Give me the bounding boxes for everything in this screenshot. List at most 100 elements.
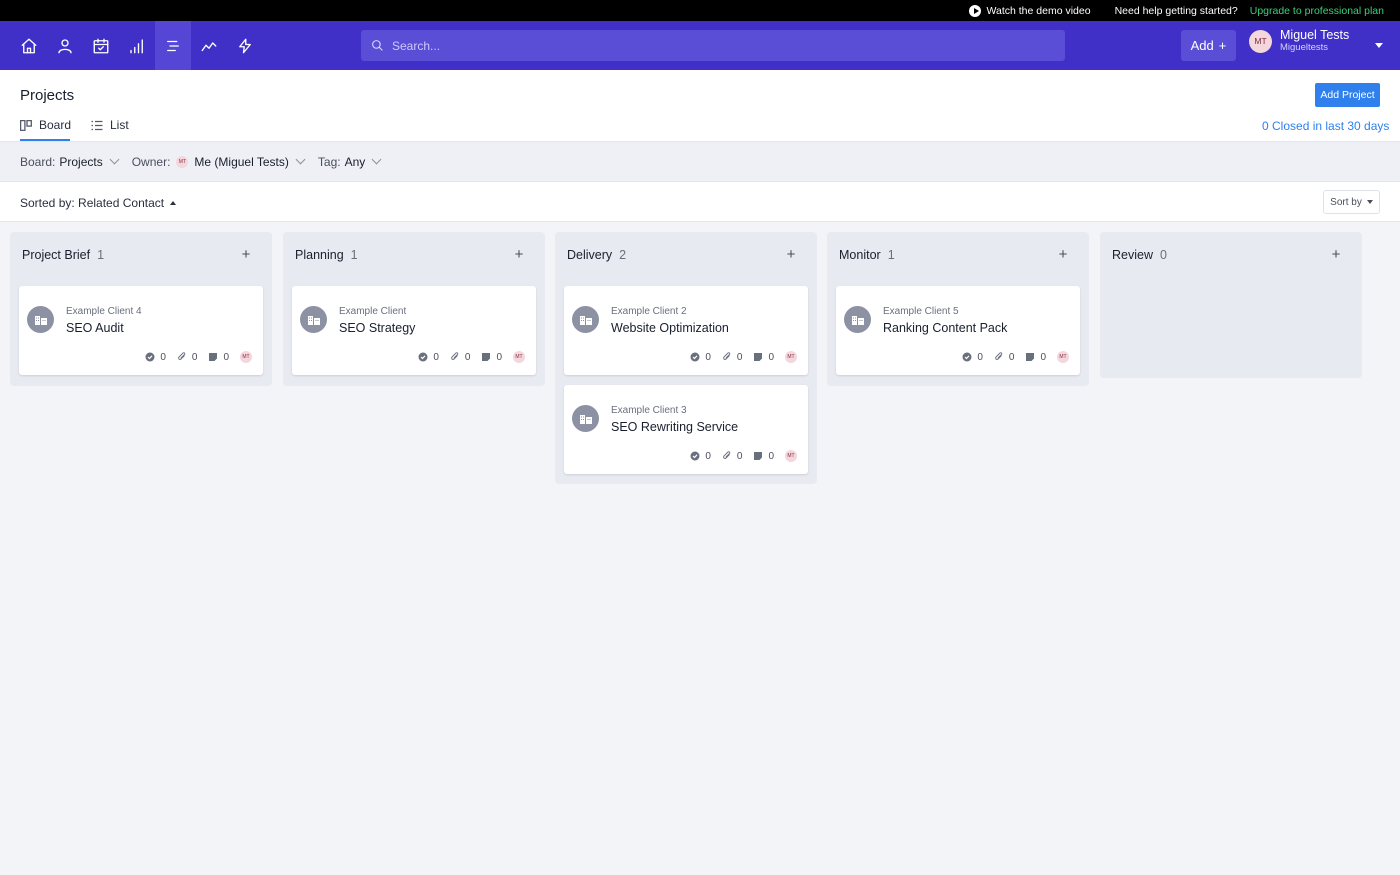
building-icon — [579, 414, 592, 424]
card-meta: 0 0 0 MT — [690, 450, 797, 462]
chevron-down-icon — [371, 154, 382, 165]
user-name: Miguel Tests — [1280, 28, 1350, 42]
column-count: 1 — [97, 248, 105, 262]
tasks-icon — [418, 352, 428, 362]
column-title: Review — [1112, 248, 1153, 262]
add-button[interactable]: Add + — [1181, 30, 1236, 61]
nav-automation[interactable] — [227, 21, 263, 70]
search-input[interactable] — [392, 38, 992, 53]
upgrade-link[interactable]: Upgrade to professional plan — [1250, 5, 1384, 17]
card-client: Example Client 3 — [611, 405, 687, 416]
avatar: MT — [240, 351, 252, 363]
account-name: Migueltests — [1280, 42, 1329, 53]
project-card[interactable]: Example Client 4 SEO Audit 0 0 0 MT — [19, 286, 263, 375]
card-title: SEO Rewriting Service — [611, 420, 739, 434]
column-title: Planning — [295, 248, 344, 262]
global-search[interactable] — [361, 30, 1065, 61]
column-count: 0 — [1160, 248, 1167, 262]
notes-count: 0 — [208, 352, 229, 363]
owner-filter[interactable]: Owner: MT Me (Miguel Tests) — [132, 154, 306, 169]
card-meta: 0 0 0 MT — [690, 351, 797, 363]
add-card-button[interactable]: + — [513, 246, 525, 263]
chevron-down-icon — [295, 154, 306, 165]
column-title: Project Brief — [22, 248, 91, 262]
nav-projects[interactable] — [155, 21, 191, 70]
column-header: Delivery 2 + — [555, 232, 817, 278]
avatar: MT — [1057, 351, 1069, 363]
files-count: 0 — [177, 352, 197, 363]
files-count: 0 — [450, 352, 470, 363]
column-count: 1 — [350, 248, 358, 262]
company-avatar — [844, 306, 871, 333]
card-title: SEO Audit — [66, 321, 124, 335]
notes-count: 0 — [753, 451, 774, 462]
home-icon — [21, 38, 37, 53]
notes-count: 0 — [481, 352, 502, 363]
column-header: Review 0 + — [1100, 232, 1362, 278]
project-card[interactable]: Example Client 5 Ranking Content Pack 0 … — [836, 286, 1080, 375]
card-client: Example Client 4 — [66, 306, 142, 317]
attachment-icon — [723, 352, 731, 360]
files-count: 0 — [994, 352, 1014, 363]
calendar-icon — [93, 38, 109, 53]
page-title: Projects — [20, 87, 75, 104]
demo-video-link[interactable]: Watch the demo video — [969, 4, 1091, 17]
add-card-button[interactable]: + — [240, 246, 252, 263]
caret-up-icon — [170, 201, 177, 205]
tab-list[interactable]: List — [91, 118, 129, 132]
add-card-button[interactable]: + — [785, 246, 797, 263]
closed-projects-link[interactable]: 0 Closed in last 30 days — [1262, 119, 1389, 133]
company-avatar — [572, 306, 599, 333]
automation-icon — [239, 38, 251, 53]
sort-by-dropdown[interactable]: Sort by — [1323, 190, 1380, 214]
notes-count: 0 — [753, 352, 774, 363]
board-view-icon — [20, 119, 32, 131]
nav-analytics[interactable] — [191, 21, 227, 70]
board-column: Review 0 + — [1100, 232, 1362, 378]
card-meta: 0 0 0 MT — [962, 351, 1069, 363]
building-icon — [34, 315, 47, 325]
projects-icon — [167, 40, 179, 51]
add-card-button[interactable]: + — [1330, 246, 1342, 263]
avatar: MT — [1249, 29, 1272, 53]
tasks-count: 0 — [962, 352, 983, 363]
notes-icon — [754, 452, 763, 460]
attachment-icon — [995, 352, 1003, 360]
board-column: Planning 1 + Example Client SEO Strategy… — [283, 232, 545, 386]
tasks-count: 0 — [690, 352, 711, 363]
help-link[interactable]: Need help getting started? — [1115, 5, 1238, 17]
notes-icon — [754, 353, 763, 361]
tag-filter[interactable]: Tag: Any — [318, 154, 382, 169]
project-card[interactable]: Example Client SEO Strategy 0 0 0 MT — [292, 286, 536, 375]
caret-down-icon — [1366, 200, 1373, 204]
sort-bar: Sorted by: Related Contact Sort by — [0, 182, 1400, 222]
company-avatar — [300, 306, 327, 333]
tasks-icon — [690, 352, 700, 362]
plus-icon: + — [1218, 38, 1227, 53]
contacts-icon — [58, 38, 72, 53]
notes-icon — [1026, 353, 1035, 361]
project-card[interactable]: Example Client 2 Website Optimization 0 … — [564, 286, 808, 375]
building-icon — [579, 315, 592, 325]
column-title: Delivery — [567, 248, 613, 262]
column-header: Planning 1 + — [283, 232, 545, 278]
nav-calendar[interactable] — [83, 21, 119, 70]
nav-icons — [0, 21, 263, 70]
nav-home[interactable] — [11, 21, 47, 70]
chevron-down-icon[interactable] — [1375, 43, 1383, 48]
card-title: Website Optimization — [611, 321, 729, 335]
attachment-icon — [723, 451, 731, 459]
add-project-button[interactable]: Add Project — [1315, 83, 1380, 107]
user-menu[interactable]: MT Miguel Tests Migueltests — [1249, 29, 1349, 53]
project-card[interactable]: Example Client 3 SEO Rewriting Service 0… — [564, 385, 808, 474]
card-client: Example Client 2 — [611, 306, 687, 317]
nav-reports[interactable] — [119, 21, 155, 70]
add-card-button[interactable]: + — [1057, 246, 1069, 263]
sorted-by-toggle[interactable]: Sorted by: Related Contact — [20, 196, 177, 210]
tab-board[interactable]: Board — [20, 118, 1400, 141]
column-header: Monitor 1 + — [827, 232, 1089, 278]
nav-contacts[interactable] — [47, 21, 83, 70]
column-count: 2 — [619, 248, 627, 262]
building-icon — [851, 315, 864, 325]
board-filter[interactable]: Board: Projects — [20, 155, 120, 169]
